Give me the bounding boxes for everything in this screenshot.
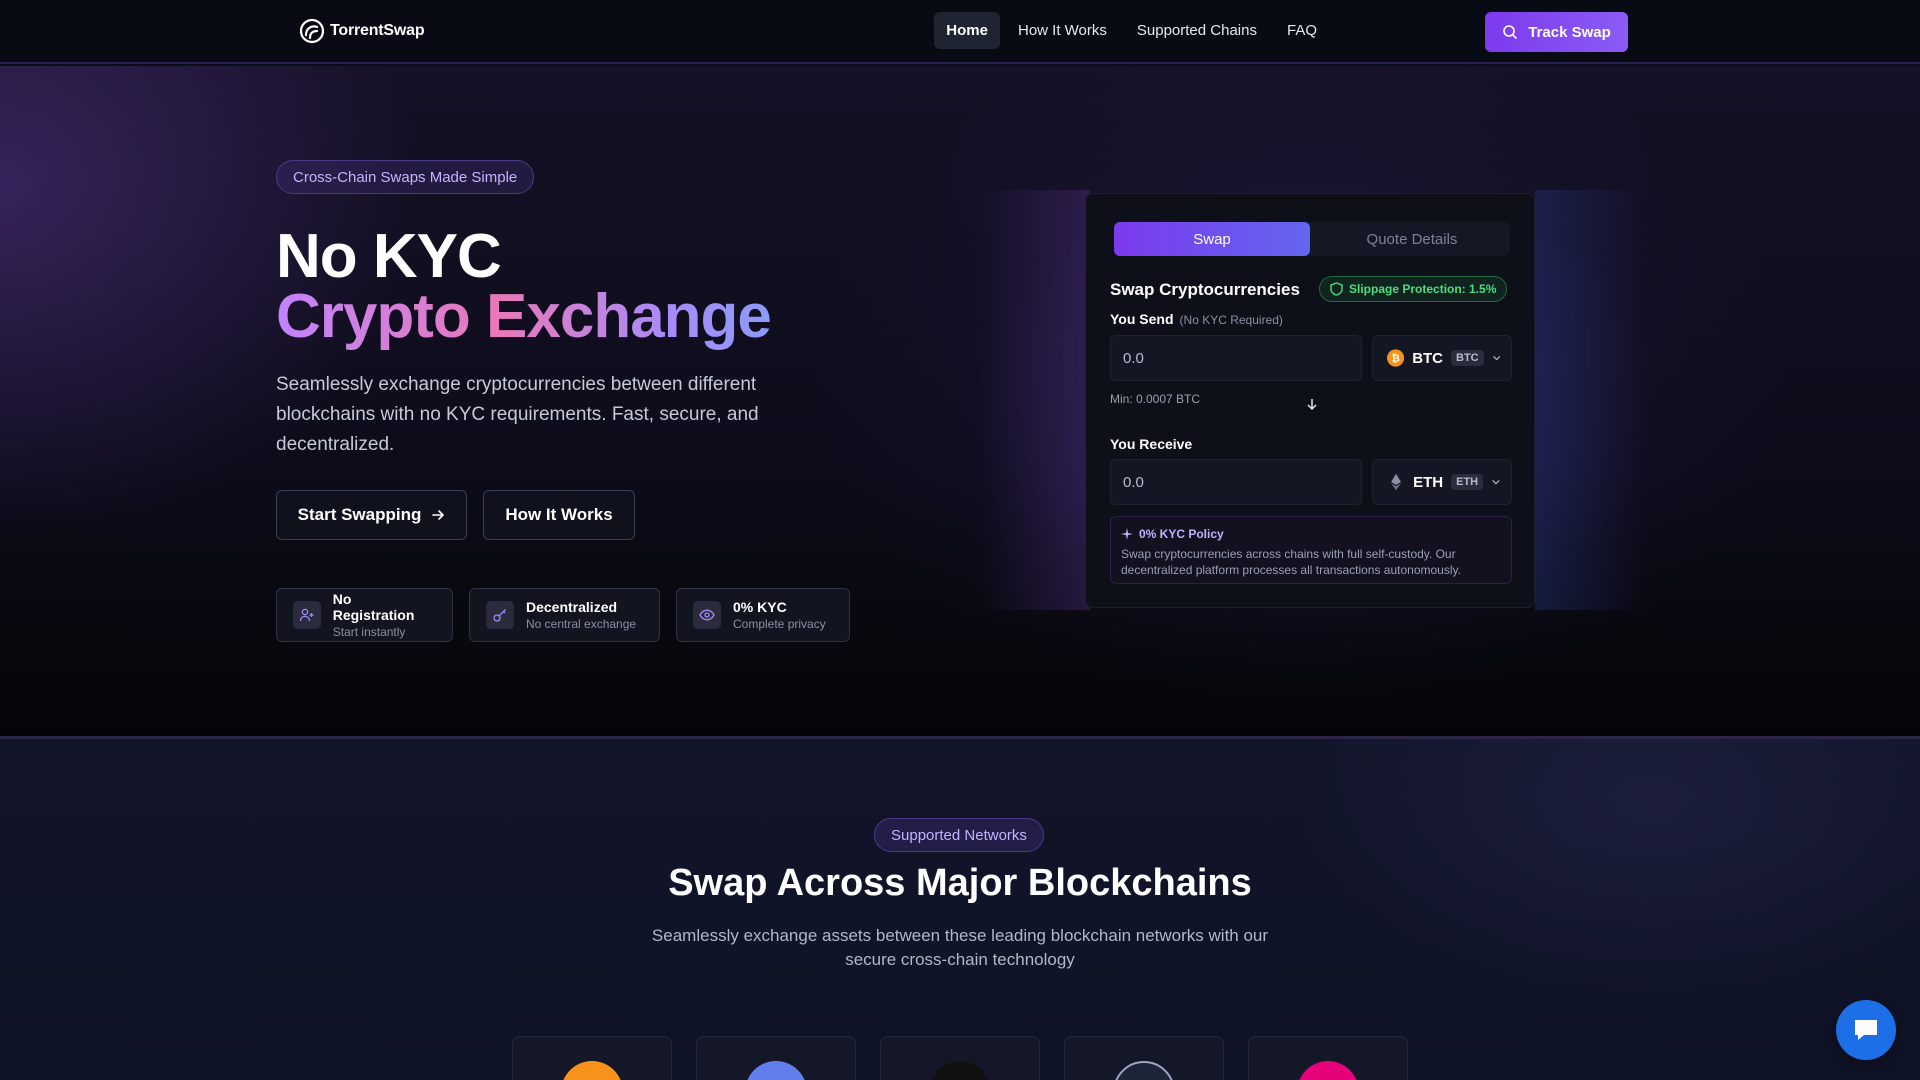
networks-badge: Supported Networks: [874, 818, 1044, 852]
you-send-text: You Send: [1110, 311, 1174, 327]
swap-direction-button[interactable]: [1302, 394, 1322, 414]
tab-quote-details[interactable]: Quote Details: [1314, 222, 1510, 256]
user-plus-icon: [293, 601, 321, 629]
hero-description: Seamlessly exchange cryptocurrencies bet…: [276, 374, 759, 455]
slippage-text: Slippage Protection: 1.5%: [1349, 282, 1497, 296]
arrow-right-icon: [432, 510, 445, 520]
no-kyc-note: (No KYC Required): [1179, 313, 1283, 327]
receive-token-select[interactable]: ETH ETH: [1372, 459, 1512, 505]
nav-supported-chains[interactable]: Supported Chains: [1125, 12, 1269, 49]
send-token-select[interactable]: ₿ BTC BTC: [1372, 335, 1512, 381]
feature-title: 0% KYC: [733, 599, 787, 615]
feature-title: No Registration: [332, 591, 415, 623]
search-icon: [1503, 25, 1518, 39]
you-receive-label: You Receive: [1110, 436, 1193, 452]
slippage-badge: Slippage Protection: 1.5%: [1319, 276, 1508, 302]
swap-card: Swap Quote Details Swap Cryptocurrencies…: [1085, 193, 1535, 608]
send-token-symbol: BTC: [1451, 350, 1484, 366]
nav-faq[interactable]: FAQ: [1275, 12, 1329, 49]
chevron-down-icon: [1492, 479, 1500, 485]
you-send-label: You Send (No KYC Required): [1110, 311, 1283, 327]
tab-swap[interactable]: Swap: [1114, 222, 1310, 256]
bitcoin-icon: ₿: [1387, 349, 1405, 367]
chain-card-polkadot[interactable]: [1248, 1036, 1408, 1080]
eye-icon: [693, 601, 721, 629]
track-swap-button[interactable]: Track Swap: [1485, 12, 1628, 52]
networks-title: Swap Across Major Blockchains: [668, 862, 1252, 904]
track-swap-label: Track Swap: [1528, 23, 1611, 41]
min-amount-note: Min: 0.0007 BTC: [1110, 392, 1201, 406]
send-token-name: BTC: [1412, 349, 1444, 367]
swap-tabs: Swap Quote Details: [1114, 222, 1510, 256]
send-amount-input[interactable]: 0.0: [1110, 335, 1362, 381]
chain-card-hyperliquid[interactable]: [1064, 1036, 1224, 1080]
networks-section: [0, 739, 1920, 1080]
feature-zero-kyc: 0% KYC Complete privacy: [676, 588, 850, 642]
polkadot-icon: [1297, 1061, 1359, 1080]
arrow-down-icon: [1307, 399, 1317, 411]
feature-no-registration: No Registration Start instantly: [276, 588, 453, 642]
brand-logo[interactable]: TorrentSwap: [300, 19, 425, 43]
swap-card-glow-left: [980, 190, 1090, 610]
how-it-works-button[interactable]: How It Works: [483, 490, 635, 540]
start-swapping-label: Start Swapping: [297, 505, 422, 524]
chat-icon: [1855, 1020, 1877, 1040]
chat-button[interactable]: [1836, 1000, 1896, 1060]
chain-card-ethereum[interactable]: [696, 1036, 856, 1080]
receive-token-symbol: ETH: [1451, 474, 1484, 490]
top-navbar: TorrentSwap Home How It Works Supported …: [0, 0, 1920, 64]
chain-card-bitcoin[interactable]: [512, 1036, 672, 1080]
feature-subtitle: No central exchange: [526, 617, 637, 631]
chain-card-solana[interactable]: [880, 1036, 1040, 1080]
nav-how-it-works[interactable]: How It Works: [1006, 12, 1119, 49]
feature-subtitle: Complete privacy: [733, 617, 826, 631]
key-icon: [486, 601, 514, 629]
feature-title: Decentralized: [526, 599, 618, 615]
brand-name: TorrentSwap: [330, 22, 425, 39]
hero-badge: Cross-Chain Swaps Made Simple: [276, 160, 535, 194]
ethereum-icon: [1391, 473, 1402, 491]
networks-description: Seamlessly exchange assets between these…: [651, 926, 1269, 969]
kyc-policy-box: 0% KYC Policy Swap cryptocurrencies acro…: [1110, 516, 1512, 584]
chevron-down-icon: [1492, 356, 1500, 361]
torrent-logo-icon: [300, 19, 324, 43]
start-swapping-button[interactable]: Start Swapping: [276, 490, 467, 540]
svg-text:₿: ₿: [1391, 353, 1399, 365]
kyc-policy-title: 0% KYC Policy: [1121, 527, 1501, 541]
how-it-works-label: How It Works: [505, 505, 613, 524]
nav-home[interactable]: Home: [934, 12, 1000, 49]
kyc-title-text: 0% KYC Policy: [1139, 527, 1224, 541]
swap-card-glow-right: [1535, 190, 1645, 610]
feature-subtitle: Start instantly: [332, 625, 406, 639]
solana-icon: [929, 1061, 991, 1080]
feature-decentralized: Decentralized No central exchange: [469, 588, 660, 642]
sparkle-icon: [1121, 528, 1133, 540]
swap-heading: Swap Cryptocurrencies: [1110, 280, 1300, 299]
receive-token-name: ETH: [1413, 473, 1444, 491]
hero-title-line2: Crypto Exchange: [276, 282, 772, 351]
kyc-policy-text: Swap cryptocurrencies across chains with…: [1121, 547, 1461, 577]
receive-amount-input[interactable]: 0.0: [1110, 459, 1362, 505]
shield-icon: [1330, 282, 1343, 296]
nav-links: Home How It Works Supported Chains FAQ: [934, 12, 1329, 49]
bitcoin-icon: [561, 1061, 623, 1080]
ethereum-icon: [745, 1061, 807, 1080]
hyperliquid-icon: [1113, 1061, 1175, 1080]
